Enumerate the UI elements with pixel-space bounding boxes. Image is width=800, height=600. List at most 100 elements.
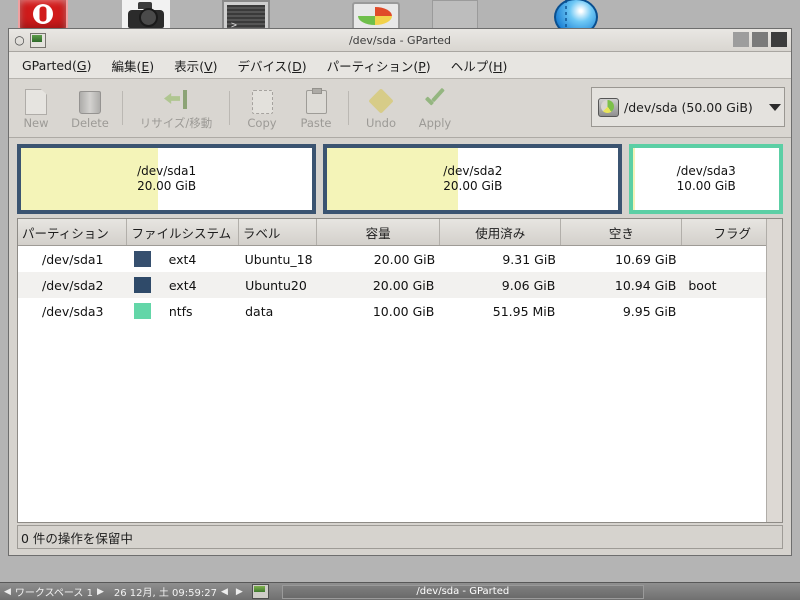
cell-size: 20.00 GiB xyxy=(372,277,435,293)
new-button-label: New xyxy=(23,116,49,130)
menu-edit-text: 編集 xyxy=(111,58,137,74)
partition-block-sda2[interactable]: /dev/sda2 20.00 GiB xyxy=(323,144,623,214)
resize-move-icon xyxy=(163,87,189,113)
taskbar-window-button[interactable]: /dev/sda - GParted xyxy=(281,584,644,599)
toolbar-group-create: New Delete xyxy=(9,86,117,130)
undo-button[interactable]: Undo xyxy=(354,86,408,130)
menu-partition[interactable]: パーティション(P) xyxy=(324,54,434,77)
menu-gparted[interactable]: GParted(G) xyxy=(19,56,94,75)
apply-button[interactable]: Apply xyxy=(408,86,462,130)
minimize-button[interactable] xyxy=(733,32,749,47)
status-bar: 0 件の操作を保留中 xyxy=(17,525,783,549)
partition-table-header: パーティション ファイルシステム ラベル 容量 使用済み 空き フラグ xyxy=(18,219,782,246)
copy-button[interactable]: Copy xyxy=(235,86,289,130)
menu-view[interactable]: 表示(V) xyxy=(171,54,220,77)
menu-edit-accel: E xyxy=(141,58,150,74)
close-button[interactable] xyxy=(771,32,787,47)
partition-block-sda2-size: 20.00 GiB xyxy=(443,179,503,193)
cell-filesystem-label: ntfs xyxy=(168,303,193,319)
table-row[interactable]: /dev/sda2 ext4 Ubuntu20 20.00 GiB 9.06 G… xyxy=(18,272,782,298)
workspace-next-button[interactable]: ▶ xyxy=(93,587,108,597)
table-vertical-scrollbar[interactable] xyxy=(766,219,782,522)
taskbar-next-button[interactable]: ▶ xyxy=(232,587,247,597)
menu-device[interactable]: デバイス(D) xyxy=(235,54,310,77)
copy-icon xyxy=(249,88,275,114)
chevron-down-icon[interactable] xyxy=(768,103,781,111)
apply-button-label: Apply xyxy=(418,116,452,130)
filesystem-color-swatch xyxy=(133,303,151,319)
menu-help-text: ヘルプ xyxy=(450,58,489,74)
new-button[interactable]: New xyxy=(9,86,63,130)
menu-view-accel: V xyxy=(204,58,213,74)
window-titlebar[interactable]: ○ /dev/sda - GParted xyxy=(9,29,791,52)
column-header-partition[interactable]: パーティション xyxy=(18,219,128,245)
column-header-used[interactable]: 使用済み xyxy=(440,219,562,245)
menu-gparted-accel: G xyxy=(76,57,87,73)
harddisk-icon xyxy=(598,97,619,117)
cell-size: 10.00 GiB xyxy=(372,303,435,319)
workspace-prev-button[interactable]: ◀ xyxy=(0,587,15,597)
window-controls xyxy=(733,32,787,47)
cell-used: 51.95 MiB xyxy=(492,303,556,319)
partition-block-sda1-text: /dev/sda1 20.00 GiB xyxy=(137,164,196,194)
cell-size: 20.00 GiB xyxy=(373,251,436,267)
menubar: GParted(G) 編集(E) 表示(V) デバイス(D) パーティション(P… xyxy=(9,52,791,79)
workspace-label: ワークスペース 1 xyxy=(14,588,93,599)
cell-free: 10.94 GiB xyxy=(614,277,677,293)
taskbar-prev-button[interactable]: ◀ xyxy=(217,587,232,597)
device-selector[interactable]: /dev/sda (50.00 GiB) xyxy=(591,87,785,127)
resize-move-button[interactable]: リサイズ/移動 xyxy=(128,85,224,131)
cell-partition: /dev/sda1 xyxy=(42,251,104,267)
partition-block-sda3-text: /dev/sda3 10.00 GiB xyxy=(677,164,736,194)
delete-icon xyxy=(77,88,103,114)
menu-device-text: デバイス xyxy=(237,58,288,74)
cell-label: Ubuntu20 xyxy=(245,277,307,293)
menu-device-accel: D xyxy=(292,58,302,74)
partition-table: パーティション ファイルシステム ラベル 容量 使用済み 空き フラグ /dev… xyxy=(17,218,783,523)
desktop-icon-strip xyxy=(0,0,800,36)
column-header-label[interactable]: ラベル xyxy=(238,219,318,245)
cell-filesystem: ext4 xyxy=(128,251,239,267)
paste-icon xyxy=(303,88,329,114)
paste-button[interactable]: Paste xyxy=(289,86,343,130)
partition-block-sda2-text: /dev/sda2 20.00 GiB xyxy=(443,164,502,194)
partition-block-sda3-name: /dev/sda3 xyxy=(676,164,736,178)
table-row[interactable]: /dev/sda1 ext4 Ubuntu_18 20.00 GiB 9.31 … xyxy=(18,246,782,272)
column-header-size[interactable]: 容量 xyxy=(317,219,441,245)
cell-filesystem: ext4 xyxy=(128,277,239,293)
undo-button-label: Undo xyxy=(365,116,397,130)
partition-block-sda2-used xyxy=(327,148,459,210)
menu-partition-text: パーティション xyxy=(326,58,414,74)
apply-icon xyxy=(422,88,448,114)
menu-partition-accel: P xyxy=(418,58,426,74)
toolbar-separator-1 xyxy=(122,91,123,125)
filesystem-color-swatch xyxy=(133,277,151,293)
cell-label: data xyxy=(245,303,274,319)
delete-button[interactable]: Delete xyxy=(63,86,117,130)
partition-block-sda2-name: /dev/sda2 xyxy=(443,164,503,178)
paste-button-label: Paste xyxy=(300,116,332,130)
status-bar-text: 0 件の操作を保留中 xyxy=(21,530,133,546)
cell-free: 10.69 GiB xyxy=(615,251,677,267)
menu-help[interactable]: ヘルプ(H) xyxy=(448,54,511,77)
cell-used: 9.31 GiB xyxy=(502,251,556,267)
taskbar-window-icon[interactable] xyxy=(251,584,269,599)
window-menu-icon[interactable]: ○ xyxy=(13,33,26,47)
partition-block-sda3[interactable]: /dev/sda3 10.00 GiB xyxy=(629,144,783,214)
camera-icon-lens xyxy=(139,8,158,27)
toolbar-group-resize: リサイズ/移動 xyxy=(128,85,224,131)
column-header-filesystem[interactable]: ファイルシステム xyxy=(127,219,239,245)
table-row[interactable]: /dev/sda3 ntfs data 10.00 GiB 51.95 MiB … xyxy=(18,298,782,324)
column-header-free[interactable]: 空き xyxy=(561,219,683,245)
toolbar-group-apply: Undo Apply xyxy=(354,86,462,130)
copy-button-label: Copy xyxy=(247,116,277,130)
partition-block-sda1-size: 20.00 GiB xyxy=(137,179,197,193)
maximize-button[interactable] xyxy=(752,32,768,47)
camera-icon[interactable] xyxy=(122,0,170,28)
app-icon xyxy=(30,32,46,48)
resize-move-button-label: リサイズ/移動 xyxy=(139,116,213,130)
partition-block-sda1[interactable]: /dev/sda1 20.00 GiB xyxy=(17,144,317,214)
menu-edit[interactable]: 編集(E) xyxy=(108,54,157,77)
filesystem-color-swatch xyxy=(133,251,151,267)
titlebar-icons: ○ xyxy=(9,32,46,48)
